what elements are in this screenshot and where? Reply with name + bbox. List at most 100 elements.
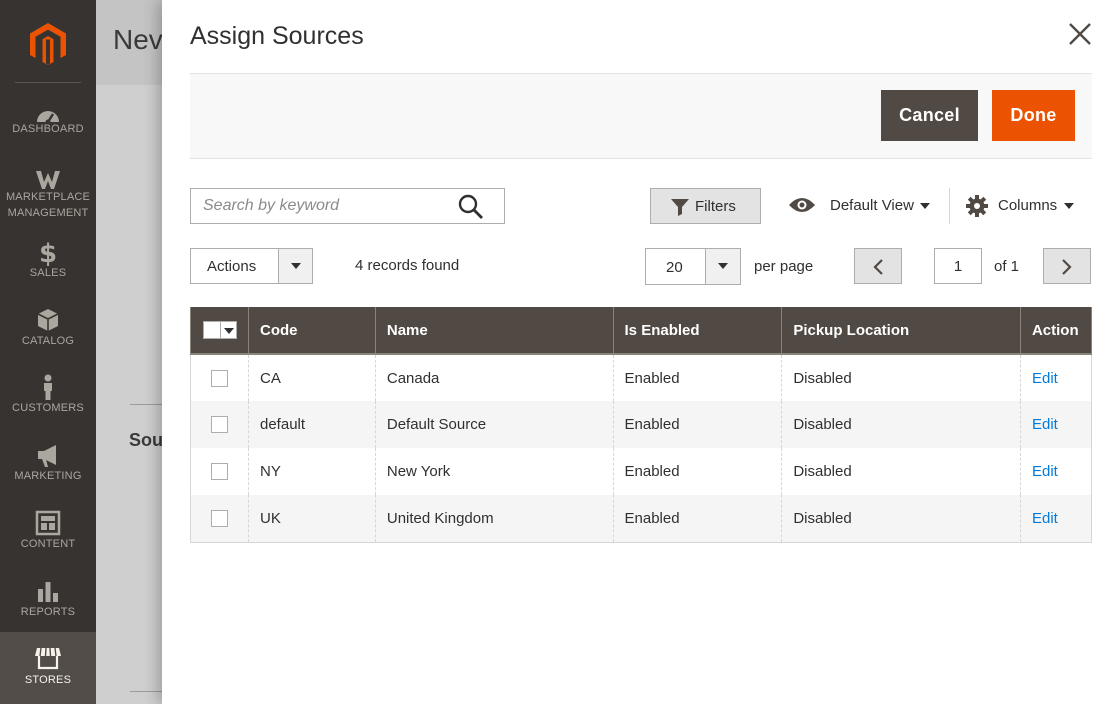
filters-label: Filters (695, 198, 736, 215)
toolbar-divider (949, 188, 950, 224)
mass-select-dropdown[interactable] (220, 321, 237, 340)
sidebar-item-label: Dashboard (12, 123, 84, 135)
total-pages-label: of 1 (994, 258, 1020, 275)
cell-code: NY (248, 448, 376, 495)
cell-code: UK (248, 495, 376, 543)
table-row: CA Canada Enabled Disabled Edit (190, 354, 1093, 401)
view-label: Default View (830, 197, 914, 214)
modal-title: Assign Sources (190, 22, 364, 50)
sidebar-item-catalog[interactable]: Catalog (0, 300, 96, 368)
per-page-value: 20 (666, 259, 683, 276)
filters-button[interactable]: Filters (650, 188, 761, 224)
cell-name: New York (374, 448, 614, 495)
magento-logo-icon[interactable] (24, 20, 72, 68)
column-header-name[interactable]: Name (374, 307, 614, 355)
cell-name: Default Source (374, 401, 614, 448)
content-icon (35, 510, 61, 536)
cell-pickup-location: Disabled (781, 448, 1021, 495)
mass-select-header (190, 307, 249, 355)
table-row: UK United Kingdom Enabled Disabled Edit (190, 495, 1093, 543)
gear-icon (966, 195, 988, 217)
mass-actions-select[interactable]: Actions (190, 248, 313, 284)
cell-is-enabled: Enabled (612, 448, 783, 495)
edit-link[interactable]: Edit (1032, 510, 1058, 527)
grid-header-row: Code Name Is Enabled Pickup Location Act… (190, 307, 1093, 355)
sidebar-item-label: Marketplace Management (5, 191, 91, 219)
next-page-button[interactable] (1043, 248, 1091, 284)
chevron-down-icon (920, 203, 930, 209)
sidebar-item-label: Stores (24, 674, 72, 686)
close-icon[interactable] (1064, 18, 1096, 50)
cube-icon (37, 309, 59, 331)
previous-page-button[interactable] (854, 248, 902, 284)
eye-icon (789, 198, 815, 212)
cell-code: default (248, 401, 376, 448)
row-checkbox[interactable] (211, 510, 228, 528)
sidebar-item-stores[interactable]: Stores (0, 632, 96, 704)
edit-link[interactable]: Edit (1032, 463, 1058, 480)
per-page-dropdown-toggle[interactable] (705, 249, 740, 284)
column-header-pickup-location[interactable]: Pickup Location (781, 307, 1021, 355)
cell-is-enabled: Enabled (612, 354, 783, 401)
search-icon[interactable] (457, 193, 485, 221)
admin-sidebar: Dashboard Marketplace Management $ Sales… (0, 0, 96, 704)
sidebar-item-label: Reports (20, 606, 76, 618)
sidebar-item-customers[interactable]: Customers (0, 367, 96, 435)
sidebar-item-sales[interactable]: $ Sales (0, 232, 96, 300)
sidebar-item-content[interactable]: Content (0, 503, 96, 571)
per-page-select[interactable]: 20 (645, 248, 741, 285)
edit-link[interactable]: Edit (1032, 416, 1058, 433)
logo-divider (15, 82, 81, 83)
search-input[interactable] (191, 189, 451, 223)
chevron-down-icon (224, 328, 234, 335)
column-header-code[interactable]: Code (248, 307, 376, 355)
sidebar-item-reports[interactable]: Reports (0, 571, 96, 639)
select-all-checkbox[interactable] (203, 321, 221, 340)
dollar-icon: $ (39, 239, 57, 266)
sidebar-item-label: Content (20, 538, 76, 550)
row-checkbox[interactable] (211, 416, 228, 434)
section-title: Sou (129, 430, 163, 450)
store-icon (35, 647, 61, 670)
mass-select-checkbox[interactable] (203, 321, 237, 340)
chevron-down-icon (291, 263, 301, 269)
sidebar-item-label: Catalog (21, 335, 75, 347)
sidebar-item-label: Customers (12, 402, 84, 414)
cell-pickup-location: Disabled (781, 401, 1021, 448)
view-switcher[interactable]: Default View (788, 188, 938, 224)
sidebar-item-label: Sales (29, 267, 67, 279)
cell-is-enabled: Enabled (612, 401, 783, 448)
column-header-is-enabled[interactable]: Is Enabled (612, 307, 783, 355)
actions-dropdown-toggle[interactable] (278, 249, 312, 283)
page-title: Nev (113, 24, 163, 55)
filter-icon (671, 199, 689, 216)
cancel-button[interactable]: Cancel (881, 90, 978, 141)
cell-pickup-location: Disabled (781, 354, 1021, 401)
chevron-down-icon (1064, 203, 1074, 209)
chevron-right-icon (1062, 259, 1072, 275)
cell-name: Canada (374, 354, 614, 401)
current-page-input[interactable] (934, 248, 982, 284)
table-row: NY New York Enabled Disabled Edit (190, 448, 1093, 495)
actions-label: Actions (207, 258, 257, 275)
sidebar-item-dashboard[interactable]: Dashboard (0, 96, 96, 164)
chevron-left-icon (873, 259, 883, 275)
done-button[interactable]: Done (992, 90, 1075, 141)
assign-sources-modal: Assign Sources Cancel Done Filters Defau… (162, 0, 1120, 704)
row-checkbox[interactable] (211, 463, 228, 481)
table-row: default Default Source Enabled Disabled … (190, 401, 1093, 448)
column-header-action: Action (1019, 307, 1093, 355)
cell-name: United Kingdom (374, 495, 614, 543)
cell-is-enabled: Enabled (612, 495, 783, 543)
row-checkbox[interactable] (211, 369, 228, 387)
records-count: 4 records found (355, 257, 460, 274)
columns-control[interactable]: Columns (966, 188, 1082, 224)
modal-action-bar: Cancel Done (190, 73, 1092, 159)
keyword-search (190, 188, 505, 224)
cell-code: CA (248, 354, 376, 401)
sidebar-item-marketplace[interactable]: Marketplace Management (0, 160, 96, 228)
sidebar-item-marketing[interactable]: Marketing (0, 435, 96, 503)
columns-label: Columns (998, 197, 1058, 214)
per-page-label: per page (754, 258, 814, 275)
edit-link[interactable]: Edit (1032, 370, 1058, 387)
